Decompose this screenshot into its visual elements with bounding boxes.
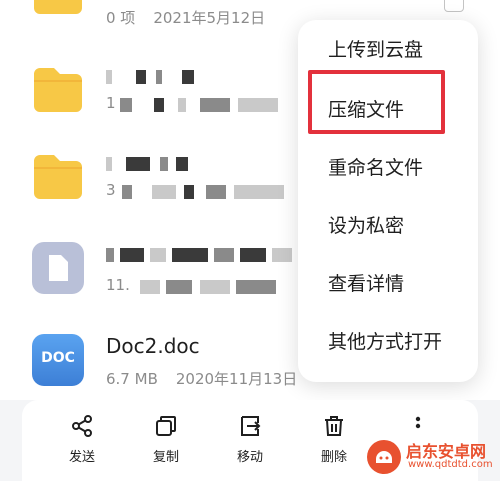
watermark-url: www.qdtdtd.com xyxy=(408,459,493,470)
watermark-logo xyxy=(367,440,401,474)
folder-icon xyxy=(32,0,84,18)
file-icon xyxy=(32,242,84,294)
menu-item-rename[interactable]: 重命名文件 xyxy=(328,150,423,186)
delete-label: 删除 xyxy=(320,450,347,465)
menu-item-details[interactable]: 查看详情 xyxy=(328,266,404,302)
menu-item-upload-cloud[interactable]: 上传到云盘 xyxy=(328,32,423,68)
trash-icon xyxy=(325,416,343,436)
move-label: 移动 xyxy=(236,450,263,465)
more-icon xyxy=(415,416,421,429)
blurred-file-name xyxy=(106,157,196,171)
doc-badge: DOC xyxy=(41,350,75,366)
file-name: Doc2.doc xyxy=(106,334,200,358)
doc-file-icon: DOC xyxy=(32,334,84,386)
copy-icon xyxy=(156,416,176,436)
menu-item-set-private[interactable]: 设为私密 xyxy=(328,208,404,244)
select-checkbox[interactable] xyxy=(444,0,464,12)
menu-item-open-with[interactable]: 其他方式打开 xyxy=(328,324,442,360)
share-button[interactable]: 发送 xyxy=(52,414,112,470)
watermark: 启东安卓网 www.qdtdtd.com xyxy=(366,437,494,477)
blurred-file-name xyxy=(106,70,206,84)
share-icon xyxy=(72,415,92,437)
highlight-box xyxy=(308,70,445,134)
move-button[interactable]: 移动 xyxy=(220,414,280,470)
blurred-file-meta xyxy=(120,98,300,112)
folder-icon xyxy=(32,151,84,203)
file-meta: 11. xyxy=(106,276,130,294)
file-meta: 3 xyxy=(106,181,116,199)
blurred-file-meta xyxy=(122,185,292,199)
move-icon xyxy=(241,416,261,436)
delete-button[interactable]: 删除 xyxy=(304,414,364,470)
file-meta: 0 项 2021年5月12日 xyxy=(106,9,266,27)
copy-button[interactable]: 复制 xyxy=(136,414,196,470)
blurred-file-name xyxy=(106,248,296,262)
blurred-file-meta xyxy=(140,280,290,294)
file-meta: 6.7 MB 2020年11月13日 xyxy=(106,370,298,388)
file-meta: 1 xyxy=(106,94,116,112)
folder-icon xyxy=(32,64,84,116)
share-label: 发送 xyxy=(68,450,95,465)
copy-label: 复制 xyxy=(152,450,179,465)
